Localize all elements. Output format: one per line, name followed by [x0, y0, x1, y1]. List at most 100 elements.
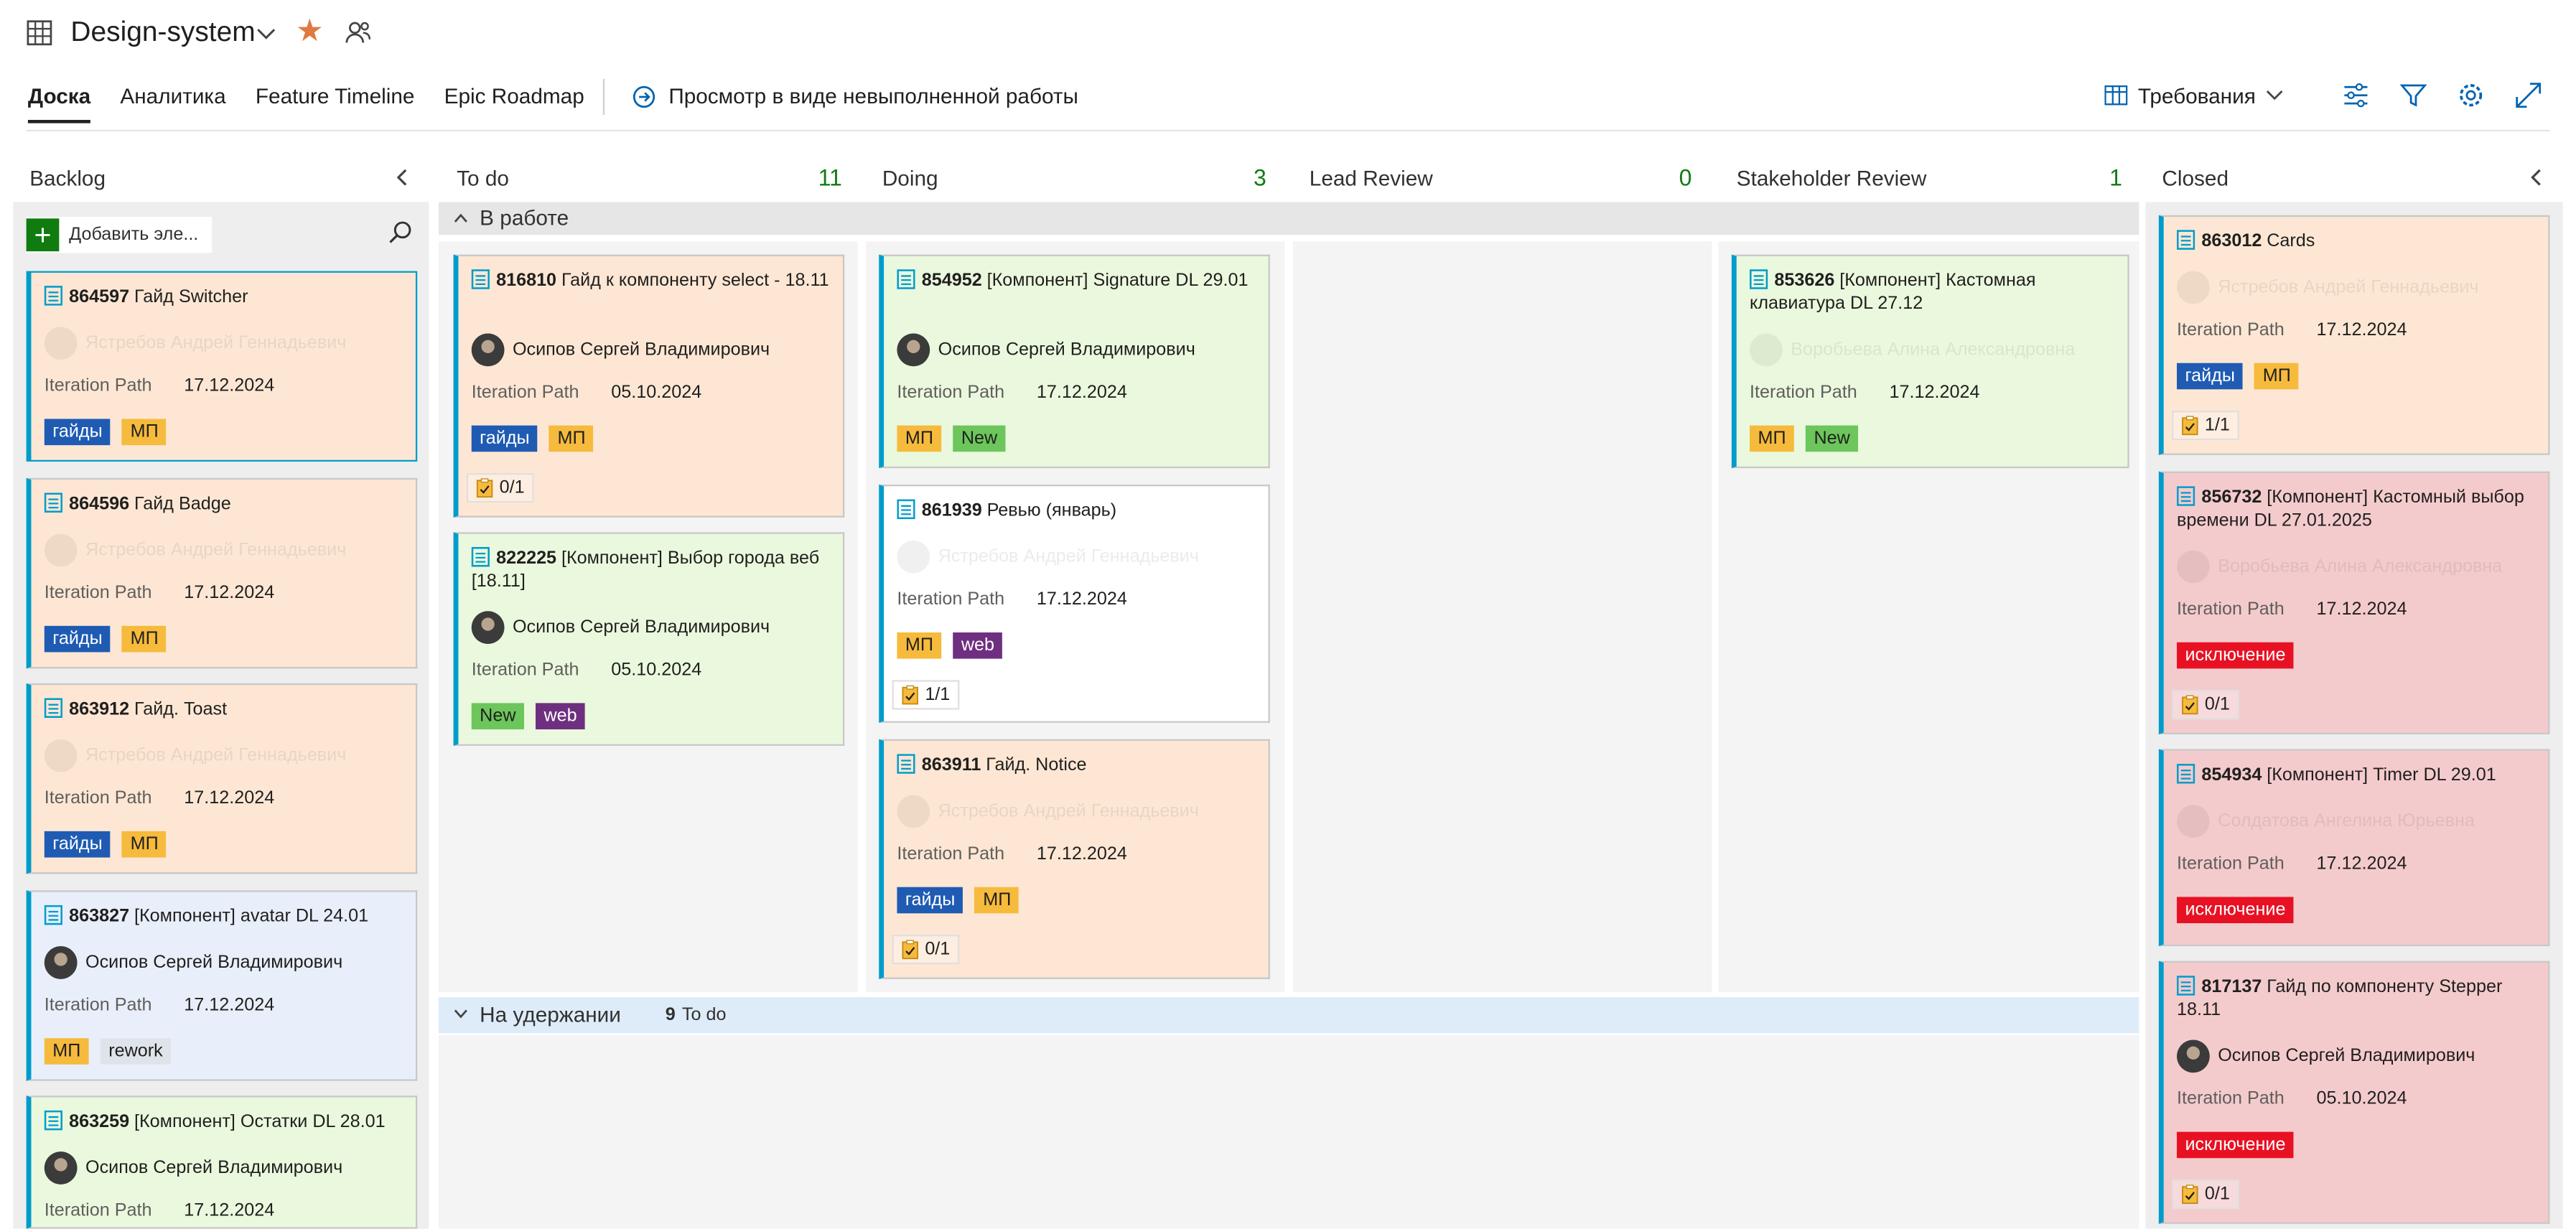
work-item-card[interactable]: 863259 [Компонент] Остатки DL 28.01 Осипов… — [26, 1095, 418, 1229]
card-title[interactable]: 864597 Гайд Switcher — [44, 286, 403, 309]
checklist-badge[interactable]: 0/1 — [892, 935, 961, 965]
iteration-path-value[interactable]: 17.12.2024 — [184, 788, 274, 808]
card-title[interactable]: 816810 Гайд к компоненту select - 18.11 — [471, 269, 830, 292]
card-title[interactable]: 863911 Гайд. Notice — [897, 754, 1255, 777]
iteration-path-value[interactable]: 05.10.2024 — [2317, 1089, 2407, 1108]
card-tags: гайды МП — [44, 831, 178, 858]
card-assignee[interactable]: Воробьева Алина Александровна — [2176, 550, 2502, 584]
iteration-path-value[interactable]: 17.12.2024 — [1037, 589, 1127, 609]
card-title[interactable]: 853626 [Компонент] Кастомная клавиатура D… — [1750, 269, 2114, 315]
project-title[interactable]: Design-system — [70, 17, 255, 50]
card-title[interactable]: 854952 [Компонент] Signature DL 29.01 — [897, 269, 1255, 292]
tab-analytics[interactable]: Аналитика — [120, 84, 225, 120]
column-doing-title: Doing — [882, 166, 938, 191]
iteration-path-field: Iteration Path 17.12.2024 — [45, 788, 275, 808]
checklist-badge[interactable]: 1/1 — [2172, 411, 2240, 441]
work-item-card[interactable]: 863912 Гайд. Toast Ястребов Андрей Геннадь… — [26, 683, 418, 874]
swimlane-in-work-header[interactable]: В работе — [438, 202, 2139, 235]
card-assignee[interactable]: Ястребов Андрей Геннадьевич — [897, 540, 1199, 574]
card-title[interactable]: 822225 [Компонент] Выбор города веб [18.1… — [471, 547, 830, 593]
collapse-left-icon[interactable] — [393, 167, 412, 187]
work-item-card[interactable]: 861939 Ревью (январь) Ястребов Андрей Генн… — [879, 485, 1270, 723]
iteration-path-value[interactable]: 17.12.2024 — [2317, 320, 2407, 340]
iteration-path-value[interactable]: 17.12.2024 — [1890, 383, 1980, 402]
work-item-card[interactable]: 854952 [Компонент] Signature DL 29.01 Осип… — [879, 254, 1270, 469]
view-as-backlog-link[interactable]: Просмотр в виде невыполненной работы — [633, 84, 1078, 108]
card-title[interactable]: 863912 Гайд. Toast — [44, 698, 403, 721]
card-assignee[interactable]: Ястребов Андрей Геннадьевич — [2176, 271, 2479, 304]
iteration-path-value[interactable]: 17.12.2024 — [184, 1201, 274, 1220]
card-assignee[interactable]: Осипов Сергей Владимирович — [471, 333, 770, 367]
card-assignee[interactable]: Ястребов Андрей Геннадьевич — [44, 739, 347, 772]
card-title[interactable]: 863012 Cards — [2176, 230, 2535, 253]
gear-icon[interactable] — [2456, 80, 2486, 110]
iteration-path-value[interactable]: 17.12.2024 — [184, 376, 274, 396]
work-item-card[interactable]: 817137 Гайд по компоненту Stepper 18.11 Ос… — [2158, 961, 2550, 1224]
work-item-card[interactable]: 856732 [Компонент] Кастомный выбор времен… — [2158, 471, 2550, 734]
checklist-count: 1/1 — [925, 685, 951, 705]
card-assignee[interactable]: Воробьева Алина Александровна — [1750, 333, 2075, 367]
chevron-down-icon[interactable] — [256, 27, 276, 43]
card-title[interactable]: 863827 [Компонент] avatar DL 24.01 — [44, 905, 403, 928]
card-title[interactable]: 856732 [Компонент] Кастомный выбор времен… — [2176, 486, 2535, 532]
view-options-icon[interactable] — [2341, 80, 2371, 110]
card-tags: New web — [471, 703, 597, 730]
card-assignee[interactable]: Осипов Сергей Владимирович — [2176, 1039, 2475, 1073]
card-title[interactable]: 861939 Ревью (январь) — [897, 499, 1255, 523]
card-title[interactable]: 854934 [Компонент] Timer DL 29.01 — [2176, 764, 2535, 787]
work-item-card[interactable]: 853626 [Компонент] Кастомная клавиатура D… — [1731, 254, 2129, 469]
tabs-divider — [602, 78, 605, 116]
fullscreen-icon[interactable] — [2514, 80, 2543, 110]
work-item-card[interactable]: 854934 [Компонент] Timer DL 29.01 Солдатов… — [2158, 749, 2550, 947]
work-item-card[interactable]: 864596 Гайд Badge Ястребов Андрей Геннадье… — [26, 477, 418, 669]
requirement-icon — [471, 269, 490, 289]
iteration-path-value[interactable]: 17.12.2024 — [2317, 854, 2407, 874]
card-assignee[interactable]: Ястребов Андрей Геннадьевич — [897, 795, 1199, 828]
checklist-icon — [476, 478, 493, 498]
iteration-path-value[interactable]: 05.10.2024 — [611, 660, 701, 680]
tab-feature-timeline[interactable]: Feature Timeline — [256, 84, 415, 120]
team-members-icon[interactable] — [343, 18, 373, 47]
card-assignee[interactable]: Солдатова Ангелина Юрьевна — [2176, 805, 2475, 838]
work-item-card[interactable]: 863012 Cards Ястребов Андрей Геннадьевич It… — [2158, 215, 2550, 455]
tag: МП — [897, 632, 942, 659]
checklist-count: 0/1 — [925, 939, 951, 960]
checklist-badge[interactable]: 0/1 — [2172, 690, 2240, 720]
checklist-badge[interactable]: 1/1 — [892, 680, 961, 710]
card-assignee[interactable]: Осипов Сергей Владимирович — [471, 611, 770, 645]
assignee-name: Осипов Сергей Владимирович — [85, 953, 343, 973]
iteration-path-value[interactable]: 17.12.2024 — [184, 996, 274, 1015]
tab-epic-roadmap[interactable]: Epic Roadmap — [444, 84, 584, 120]
checklist-badge[interactable]: 0/1 — [466, 473, 535, 503]
filter-icon[interactable] — [2399, 80, 2428, 110]
iteration-path-value[interactable]: 17.12.2024 — [1037, 844, 1127, 864]
favorite-star-icon[interactable]: ★ — [296, 13, 324, 51]
collapse-left-icon[interactable] — [2526, 167, 2546, 187]
search-icon[interactable] — [388, 220, 412, 245]
work-item-card[interactable]: 816810 Гайд к компоненту select - 18.11 Ос… — [453, 254, 845, 518]
iteration-path-label: Iteration Path — [44, 788, 152, 808]
iteration-path-value[interactable]: 17.12.2024 — [1037, 383, 1127, 402]
work-item-card[interactable]: 864597 Гайд Switcher Ястребов Андрей Генна… — [26, 271, 418, 462]
card-title[interactable]: 864596 Гайд Badge — [44, 492, 403, 515]
add-item-button[interactable]: + Добавить эле... — [26, 217, 213, 253]
tab-board[interactable]: Доска — [28, 84, 90, 120]
swimlane-on-hold-header[interactable]: На удержании 9 To do — [438, 996, 2139, 1034]
card-assignee[interactable]: Осипов Сергей Владимирович — [44, 946, 343, 979]
work-item-card[interactable]: 863911 Гайд. Notice Ястребов Андрей Геннад… — [879, 739, 1270, 979]
iteration-path-value[interactable]: 17.12.2024 — [184, 583, 274, 602]
card-assignee[interactable]: Осипов Сергей Владимирович — [44, 1151, 342, 1184]
card-title[interactable]: 863259 [Компонент] Остатки DL 28.01 — [44, 1110, 403, 1134]
card-title[interactable]: 817137 Гайд по компоненту Stepper 18.11 — [2176, 976, 2535, 1022]
work-item-card[interactable]: 822225 [Компонент] Выбор города веб [18.1… — [453, 532, 845, 746]
checklist-badge[interactable]: 0/1 — [2172, 1179, 2240, 1210]
card-id: 861939 — [921, 500, 982, 521]
card-assignee[interactable]: Осипов Сергей Владимирович — [897, 333, 1195, 367]
backlog-level-selector[interactable]: Требования — [2105, 83, 2284, 108]
iteration-path-value[interactable]: 17.12.2024 — [2317, 599, 2407, 619]
card-assignee[interactable]: Ястребов Андрей Геннадьевич — [44, 533, 347, 567]
card-assignee[interactable]: Ястребов Андрей Геннадьевич — [44, 327, 347, 360]
iteration-path-value[interactable]: 05.10.2024 — [611, 383, 701, 402]
assignee-name: Осипов Сергей Владимирович — [938, 340, 1195, 360]
work-item-card[interactable]: 863827 [Компонент] avatar DL 24.01 Осипов … — [26, 890, 418, 1081]
